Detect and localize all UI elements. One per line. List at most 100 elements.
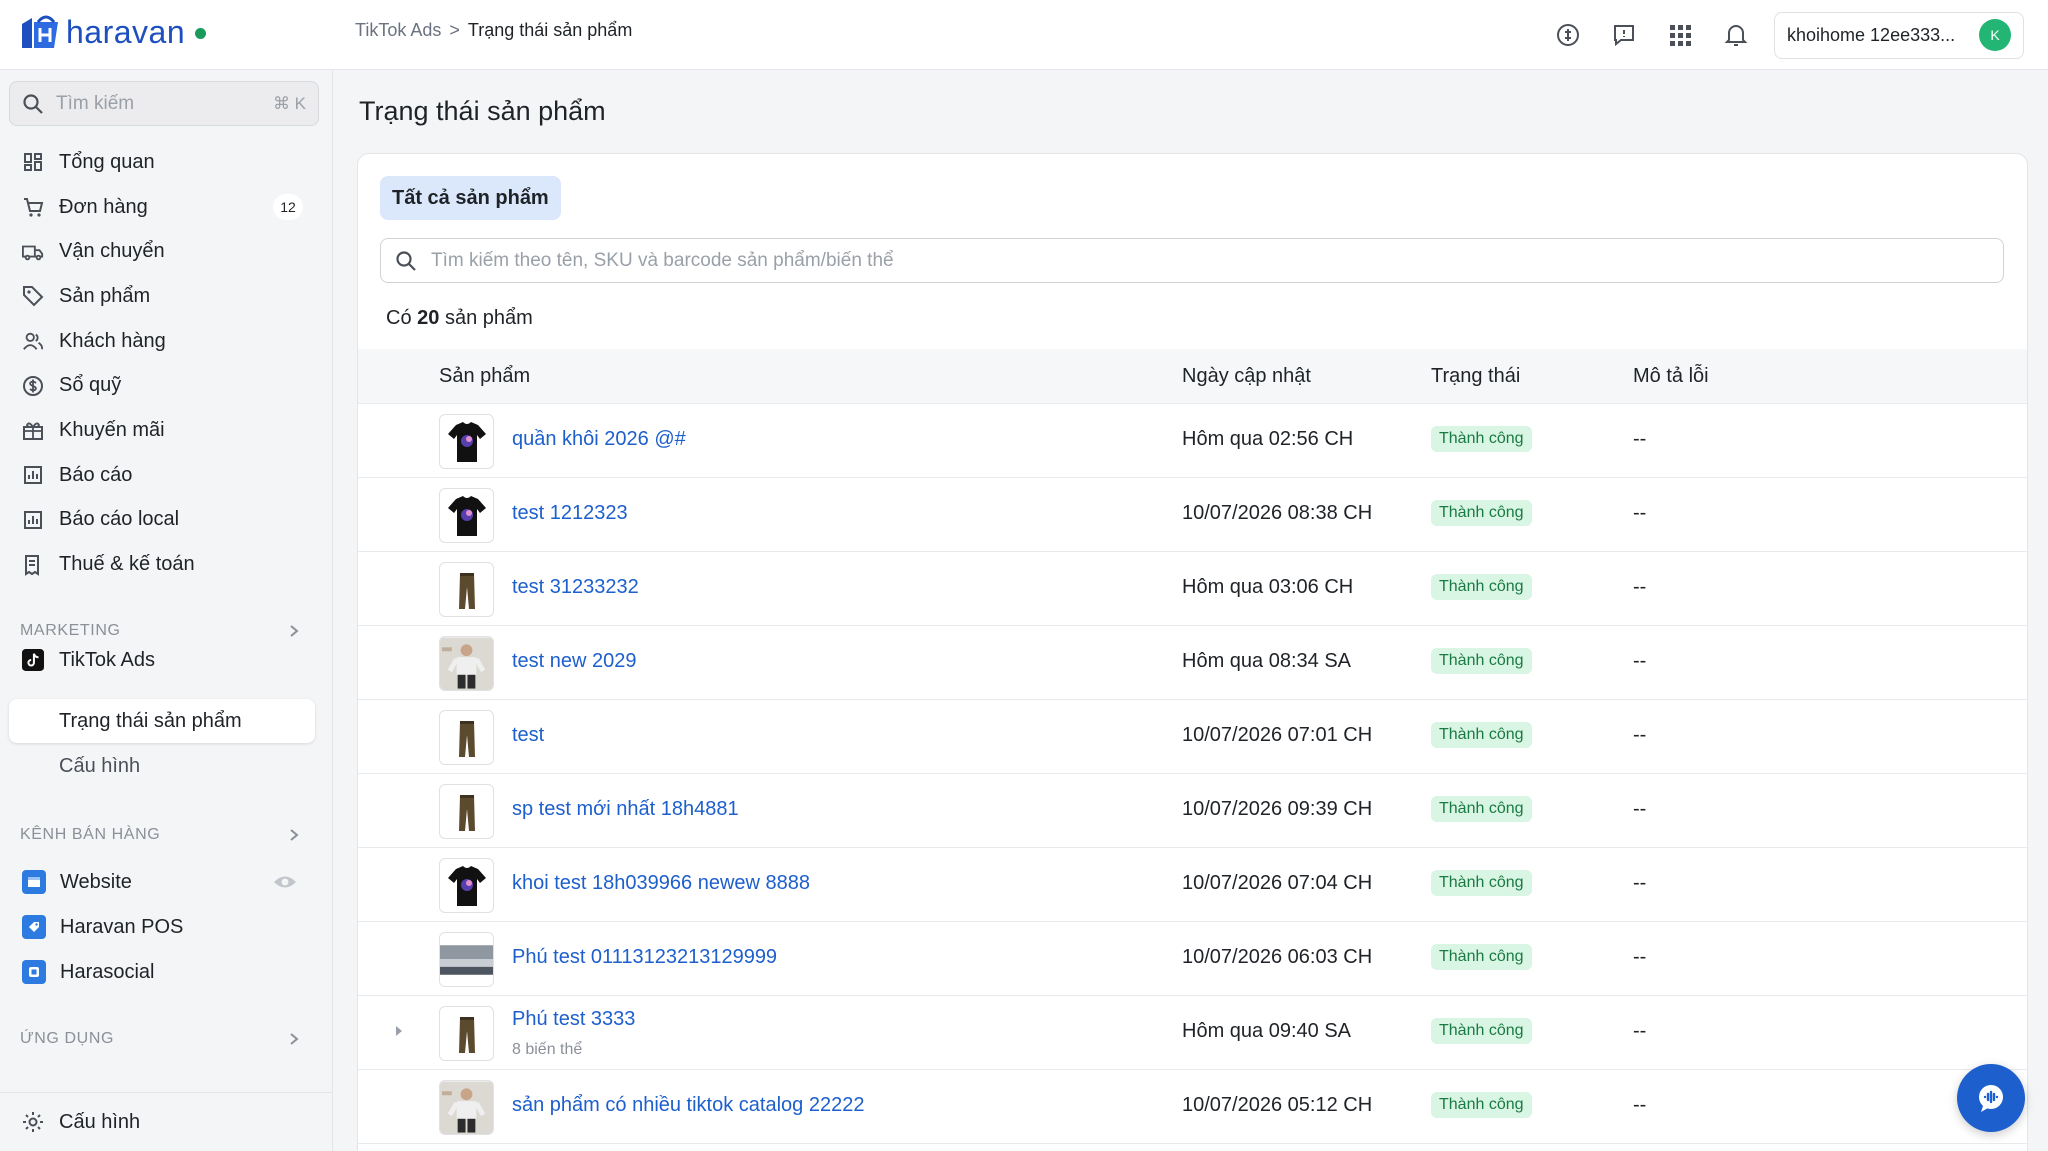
account-menu[interactable]: khoihome 12ee333... K <box>1774 11 2024 59</box>
eye-icon[interactable] <box>273 874 297 890</box>
feedback-button[interactable] <box>1596 8 1652 62</box>
product-name-link[interactable]: sp test mới nhất 18h4881 <box>512 798 739 821</box>
product-name-link[interactable]: test <box>512 724 544 747</box>
chevron-right-icon <box>290 1033 299 1045</box>
table-row[interactable]: test 1212323 10/07/2026 08:38 CH Thành côn… <box>358 478 2027 552</box>
sidebar-item-tax-accounting[interactable]: Thuế & kế toán <box>0 542 333 587</box>
status-badge: Thành công <box>1431 1018 1532 1044</box>
sidebar-item-label: Vận chuyển <box>59 240 165 263</box>
updated-date: Hôm qua 09:40 SA <box>1182 1020 1351 1042</box>
product-name-link[interactable]: test new 2029 <box>512 650 637 673</box>
sidebar-search[interactable]: Tìm kiếm ⌘ K <box>9 81 319 126</box>
table-row[interactable]: Phú test 3333 8 biến thể Hôm qua 09:40 SA T… <box>358 996 2027 1070</box>
table-header: Sản phẩm Ngày cập nhật Trạng thái Mô tả … <box>358 349 2027 404</box>
top-bar: haravan TikTok Ads > Trạng thái sản phẩm… <box>0 0 2048 70</box>
product-name-link[interactable]: test 1212323 <box>512 502 628 525</box>
breadcrumb-parent[interactable]: TikTok Ads <box>355 20 441 41</box>
sales-channels-section-header[interactable]: KÊNH BÁN HÀNG <box>20 826 300 844</box>
product-thumbnail[interactable] <box>439 562 494 617</box>
page-title: Trạng thái sản phẩm <box>359 96 606 126</box>
product-name-link[interactable]: Phú test 3333 <box>512 1008 635 1031</box>
table-row[interactable]: test new 2029 Hôm qua 08:34 SA Thành công -… <box>358 626 2027 700</box>
column-header-product: Sản phẩm <box>439 365 531 387</box>
users-icon <box>22 330 44 352</box>
apps-grid-button[interactable] <box>1652 8 1708 62</box>
gift-icon <box>22 419 44 441</box>
table-row[interactable]: test 31233232 Hôm qua 03:06 CH Thành công -… <box>358 552 2027 626</box>
product-thumbnail[interactable] <box>439 1006 494 1061</box>
updated-date: 10/07/2026 06:03 CH <box>1182 946 1373 968</box>
sidebar-item-orders[interactable]: Đơn hàng 12 <box>0 185 333 230</box>
sidebar-item-label: Đơn hàng <box>59 195 148 218</box>
chart-icon <box>22 464 44 486</box>
sidebar-item-product-status[interactable]: Trạng thái sản phẩm <box>9 699 315 743</box>
tab-all-products[interactable]: Tất cả sản phẩm <box>380 176 561 220</box>
table-row[interactable]: sp test mới nhất 18h4881 10/07/2026 09:39… <box>358 774 2027 848</box>
sidebar-item-customers[interactable]: Khách hàng <box>0 319 333 364</box>
table-row[interactable]: quần khôi 2026 @# Hôm qua 02:56 CH Thành c… <box>358 404 2027 478</box>
sidebar-item-products[interactable]: Sản phẩm <box>0 274 333 319</box>
chat-icon <box>1979 1085 2003 1112</box>
table-row[interactable]: sản phẩm có nhiều tiktok catalog 22222 10… <box>358 1070 2027 1144</box>
sidebar-item-website[interactable]: Website <box>0 860 333 904</box>
sidebar-item-local-reports[interactable]: Báo cáo local <box>0 498 333 543</box>
product-name-link[interactable]: khoi test 18h039966 newew 8888 <box>512 872 810 895</box>
table-row[interactable]: Phú test 01113123213129999 10/07/2026 06:… <box>358 922 2027 996</box>
product-thumbnail[interactable] <box>439 488 494 543</box>
product-thumbnail[interactable] <box>439 784 494 839</box>
table-row[interactable]: test 10/07/2026 07:01 CH Thành công -- <box>358 700 2027 774</box>
expand-row-icon[interactable] <box>394 1024 404 1038</box>
sidebar-nav: Tổng quan Đơn hàng 12 Vận chuyển Sản phẩ… <box>0 140 333 587</box>
product-thumbnail[interactable] <box>439 858 494 913</box>
product-thumbnail[interactable] <box>439 414 494 469</box>
product-thumbnail[interactable] <box>439 1080 494 1135</box>
sidebar-item-haravan-pos[interactable]: Haravan POS <box>0 905 333 949</box>
product-name-link[interactable]: Phú test 01113123213129999 <box>512 946 777 969</box>
sidebar-item-label: Cấu hình <box>59 754 141 777</box>
sidebar-item-cashbook[interactable]: Sổ quỹ <box>0 363 333 408</box>
product-search-field[interactable] <box>380 238 2004 283</box>
status-dot <box>195 27 207 39</box>
haravan-logo[interactable]: haravan <box>18 12 207 52</box>
product-name-link[interactable]: sản phẩm có nhiều tiktok catalog 22222 <box>512 1094 864 1117</box>
table-row[interactable]: khoi test 18h039966 newew 8888 10/07/2026… <box>358 848 2027 922</box>
sidebar-item-reports[interactable]: Báo cáo <box>0 453 333 498</box>
product-thumbnail[interactable] <box>439 710 494 765</box>
top-actions: khoihome 12ee333... K <box>1540 8 2024 62</box>
sidebar-item-label: Trạng thái sản phẩm <box>59 709 242 732</box>
status-badge: Thành công <box>1431 870 1532 896</box>
error-description: -- <box>1633 872 1647 894</box>
sidebar-item-promotions[interactable]: Khuyến mãi <box>0 408 333 453</box>
apps-section-header[interactable]: ỨNG DỤNG <box>20 1030 300 1048</box>
product-search-input[interactable] <box>431 249 1989 272</box>
search-shortcut: ⌘ K <box>272 93 306 113</box>
avatar: K <box>1979 19 2011 51</box>
sidebar-item-harasocial[interactable]: Harasocial <box>0 950 333 994</box>
chevron-right-icon <box>290 625 299 637</box>
sidebar-item-label: Haravan POS <box>60 915 184 938</box>
error-description: -- <box>1633 798 1647 820</box>
product-thumbnail[interactable] <box>439 636 494 691</box>
chat-support-button[interactable] <box>1957 1064 2025 1132</box>
sidebar-settings[interactable]: Cấu hình <box>0 1092 333 1151</box>
chevron-right-icon <box>290 829 299 841</box>
product-name-link[interactable]: test 31233232 <box>512 576 639 599</box>
updated-date: Hôm qua 02:56 CH <box>1182 428 1354 450</box>
updated-date: 10/07/2026 09:39 CH <box>1182 798 1373 820</box>
sidebar-item-label: TikTok Ads <box>59 648 155 671</box>
product-name-link[interactable]: quần khôi 2026 @# <box>512 428 686 451</box>
sidebar-item-label: Báo cáo local <box>59 508 180 531</box>
currency-exchange-button[interactable] <box>1540 8 1596 62</box>
sidebar-item-overview[interactable]: Tổng quan <box>0 140 333 185</box>
updated-date: 10/07/2026 07:04 CH <box>1182 872 1373 894</box>
sidebar-item-tiktok-config[interactable]: Cấu hình <box>9 744 315 788</box>
sidebar-item-shipping[interactable]: Vận chuyển <box>0 229 333 274</box>
tiktok-icon <box>22 649 44 672</box>
sidebar-item-tiktok-ads[interactable]: TikTok Ads <box>0 638 333 683</box>
count-prefix: Có <box>386 307 412 329</box>
product-thumbnail[interactable] <box>439 932 494 987</box>
sidebar-item-label: Báo cáo <box>59 463 133 486</box>
notifications-button[interactable] <box>1708 8 1764 62</box>
sidebar-item-label: Sổ quỹ <box>59 374 122 397</box>
status-badge: Thành công <box>1431 944 1532 970</box>
